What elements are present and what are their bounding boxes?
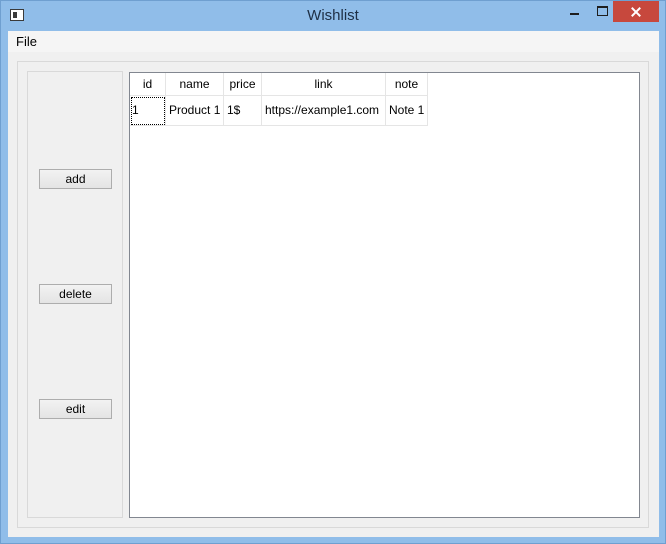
column-header-link[interactable]: link <box>262 73 386 96</box>
table-cell-link[interactable]: https://example1.com <box>262 96 386 126</box>
menu-bar: File <box>8 31 659 52</box>
client-area: File add delete edit id name price link … <box>8 31 659 537</box>
table-cell-id[interactable]: 1 <box>130 96 166 126</box>
close-button[interactable] <box>613 1 659 22</box>
column-header-id[interactable]: id <box>130 73 166 96</box>
delete-button[interactable]: delete <box>39 284 112 304</box>
wishlist-table[interactable]: id name price link note 1 Product 1 1$ h… <box>129 72 640 518</box>
table-cell-note[interactable]: Note 1 <box>386 96 428 126</box>
minimize-button[interactable] <box>561 1 589 22</box>
add-button[interactable]: add <box>39 169 112 189</box>
column-header-name[interactable]: name <box>166 73 224 96</box>
table-cell-name[interactable]: Product 1 <box>166 96 224 126</box>
title-bar[interactable]: Wishlist <box>1 1 665 31</box>
table-cell-price[interactable]: 1$ <box>224 96 262 126</box>
column-header-price[interactable]: price <box>224 73 262 96</box>
column-header-note[interactable]: note <box>386 73 428 96</box>
edit-button[interactable]: edit <box>39 399 112 419</box>
menu-file[interactable]: File <box>16 34 37 49</box>
app-window: Wishlist File add delete edit id name pr… <box>0 0 666 544</box>
